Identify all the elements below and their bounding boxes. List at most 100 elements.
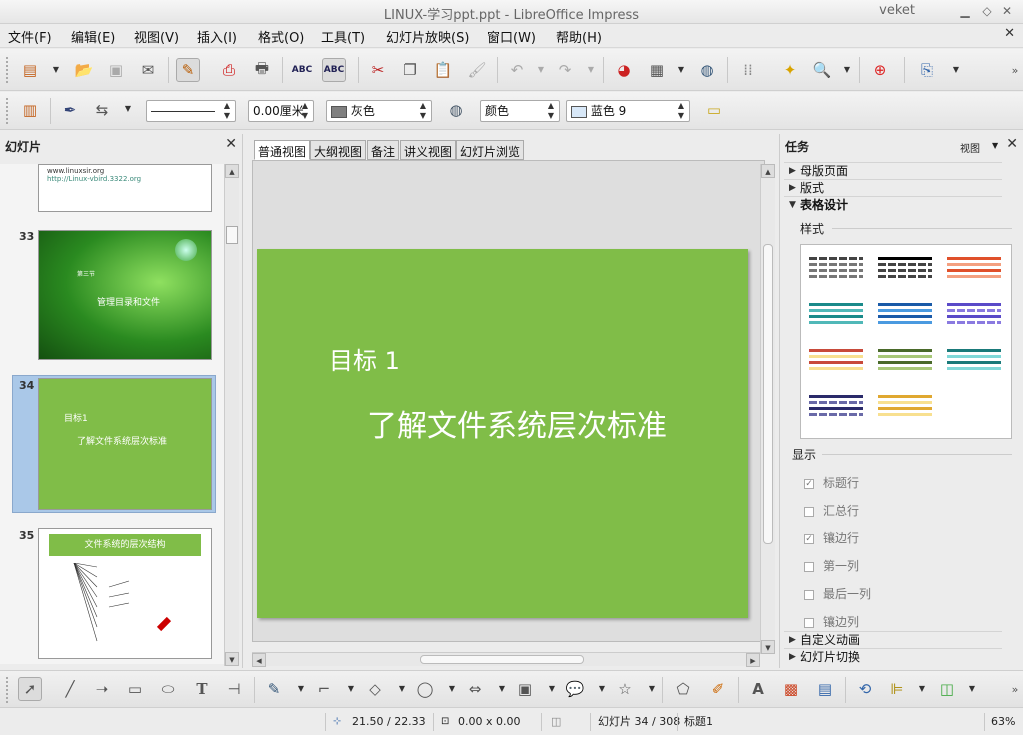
- scroll-down-icon[interactable]: ▼: [225, 652, 239, 666]
- rectangle-tool-icon[interactable]: ▭: [123, 677, 147, 701]
- chart-icon[interactable]: ◕: [612, 58, 636, 82]
- align-dropdown-icon[interactable]: ▼: [918, 684, 926, 693]
- grid-icon[interactable]: ⁞⁞: [736, 58, 760, 82]
- symbol-shapes-icon[interactable]: ◯: [413, 677, 437, 701]
- option-banded-rows[interactable]: ✓ 镶边行: [804, 529, 859, 546]
- slide-title[interactable]: 目标 1: [329, 341, 400, 376]
- table-dropdown-icon[interactable]: ▼: [677, 65, 685, 74]
- table-style-orange[interactable]: [947, 257, 1001, 287]
- slide-thumbnail[interactable]: 文件系统的层次结构: [38, 528, 212, 659]
- menu-slideshow[interactable]: 幻灯片放映(S): [386, 27, 469, 46]
- redo-icon[interactable]: ↷: [553, 58, 577, 82]
- fontwork-icon[interactable]: A: [746, 677, 770, 701]
- document-modified-icon[interactable]: ◫: [551, 714, 561, 730]
- maximize-icon[interactable]: ◇: [979, 3, 995, 19]
- curve-dropdown-icon[interactable]: ▼: [297, 684, 305, 693]
- text-tool-icon[interactable]: T: [190, 677, 214, 701]
- arrow-tool-icon[interactable]: ➝: [90, 677, 114, 701]
- styles-icon[interactable]: ▥: [18, 98, 42, 122]
- stars-icon[interactable]: ☆: [613, 677, 637, 701]
- table-style-purple[interactable]: [947, 303, 1001, 333]
- checkbox-checked-icon[interactable]: ✓: [804, 478, 814, 489]
- ellipse-tool-icon[interactable]: ⬭: [156, 677, 180, 701]
- scroll-left-icon[interactable]: ◀: [252, 653, 266, 667]
- task-view-menu[interactable]: 视图: [960, 140, 980, 155]
- slide-icon[interactable]: ⎘: [915, 58, 939, 82]
- cut-icon[interactable]: ✂: [366, 58, 390, 82]
- line-width-input[interactable]: 0.00厘米 ▲ ▼: [248, 100, 314, 122]
- checkbox-icon[interactable]: [804, 561, 814, 572]
- glue-points-icon[interactable]: ✐: [706, 677, 730, 701]
- option-banded-columns[interactable]: 镶边列: [804, 613, 859, 630]
- line-tool-icon[interactable]: ╱: [58, 677, 82, 701]
- arrange-icon[interactable]: ◫: [935, 677, 959, 701]
- option-header-row[interactable]: ✓ 标题行: [804, 474, 859, 491]
- close-task-pane-icon[interactable]: ✕: [1006, 136, 1018, 152]
- fill-color-select[interactable]: 蓝色 9 ▲ ▼: [566, 100, 690, 122]
- scroll-thumb[interactable]: [763, 244, 773, 544]
- menu-edit[interactable]: 编辑(E): [71, 27, 115, 46]
- scroll-up-icon[interactable]: ▲: [225, 164, 239, 178]
- menu-tools[interactable]: 工具(T): [321, 27, 365, 46]
- table-style-olive[interactable]: [878, 349, 932, 379]
- checkbox-icon[interactable]: [804, 617, 814, 628]
- checkbox-checked-icon[interactable]: ✓: [804, 533, 814, 544]
- helplines-icon[interactable]: ✦: [778, 58, 802, 82]
- navigator-icon[interactable]: ◍: [695, 58, 719, 82]
- close-document-icon[interactable]: ✕: [1004, 26, 1015, 41]
- scroll-down-icon[interactable]: ▼: [761, 640, 775, 654]
- table-style-gold[interactable]: [878, 395, 932, 425]
- table-icon[interactable]: ▦: [645, 58, 669, 82]
- arrow-style-dropdown-icon[interactable]: ▼: [124, 104, 132, 113]
- undo-icon[interactable]: ↶: [505, 58, 529, 82]
- menu-insert[interactable]: 插入(I): [197, 27, 237, 46]
- table-style-blue[interactable]: [878, 303, 932, 333]
- copy-icon[interactable]: ❐: [398, 58, 422, 82]
- curve-tool-icon[interactable]: ✎: [262, 677, 286, 701]
- table-style-teal[interactable]: [809, 303, 863, 333]
- zoom-dropdown-icon[interactable]: ▼: [843, 65, 851, 74]
- extrusion-icon[interactable]: ⟲: [853, 677, 877, 701]
- from-file-icon[interactable]: ▩: [779, 677, 803, 701]
- table-style-red-yellow[interactable]: [809, 349, 863, 379]
- slide-thumbnail[interactable]: www.linuxsir.org http://Linux-vbird.3322…: [38, 164, 212, 212]
- help-icon[interactable]: ⊕: [868, 58, 892, 82]
- arrange-dropdown-icon[interactable]: ▼: [968, 684, 976, 693]
- points-icon[interactable]: ⬠: [671, 677, 695, 701]
- scroll-thumb[interactable]: [226, 226, 238, 244]
- block-arrows-icon[interactable]: ⇔: [463, 677, 487, 701]
- checkbox-icon[interactable]: [804, 589, 814, 600]
- checkbox-icon[interactable]: [804, 506, 814, 517]
- toolbar-handle[interactable]: [6, 98, 10, 124]
- menu-format[interactable]: 格式(O): [258, 27, 304, 46]
- table-style-navy[interactable]: [809, 395, 863, 425]
- tab-normal[interactable]: 普通视图: [254, 140, 311, 160]
- scroll-up-icon[interactable]: ▲: [761, 164, 775, 178]
- view-dropdown-icon[interactable]: ▼: [992, 141, 998, 150]
- section-custom-animation[interactable]: ▶ 自定义动画: [784, 631, 1002, 648]
- connector-tool-icon[interactable]: ⌐: [312, 677, 336, 701]
- tab-slide-sorter[interactable]: 幻灯片浏览: [456, 140, 525, 160]
- symbol-shapes-dropdown-icon[interactable]: ▼: [448, 684, 456, 693]
- print-icon[interactable]: 🖶: [250, 58, 274, 82]
- option-total-row[interactable]: 汇总行: [804, 502, 859, 519]
- stars-dropdown-icon[interactable]: ▼: [648, 684, 656, 693]
- menu-file[interactable]: 文件(F): [8, 27, 52, 46]
- tab-handout[interactable]: 讲义视图: [400, 140, 457, 160]
- area-fill-icon[interactable]: ◍: [444, 98, 468, 122]
- email-icon[interactable]: ✉: [136, 58, 160, 82]
- open-icon[interactable]: 📂: [72, 58, 96, 82]
- shadow-icon[interactable]: ▭: [702, 98, 726, 122]
- zoom-icon[interactable]: 🔍: [810, 58, 834, 82]
- new-dropdown-icon[interactable]: ▼: [52, 65, 60, 74]
- toolbar-overflow-icon[interactable]: »: [1003, 677, 1023, 701]
- menu-window[interactable]: 窗口(W): [487, 27, 536, 46]
- minimize-icon[interactable]: ▁: [957, 3, 973, 19]
- line-style-select[interactable]: ▲ ▼: [146, 100, 236, 122]
- table-style-default[interactable]: [809, 257, 863, 287]
- slide-body[interactable]: 了解文件系统层次标准: [367, 401, 667, 445]
- edit-file-icon[interactable]: ✎: [176, 58, 200, 82]
- option-first-column[interactable]: 第一列: [804, 557, 859, 574]
- scroll-thumb[interactable]: [420, 655, 584, 664]
- callouts-dropdown-icon[interactable]: ▼: [598, 684, 606, 693]
